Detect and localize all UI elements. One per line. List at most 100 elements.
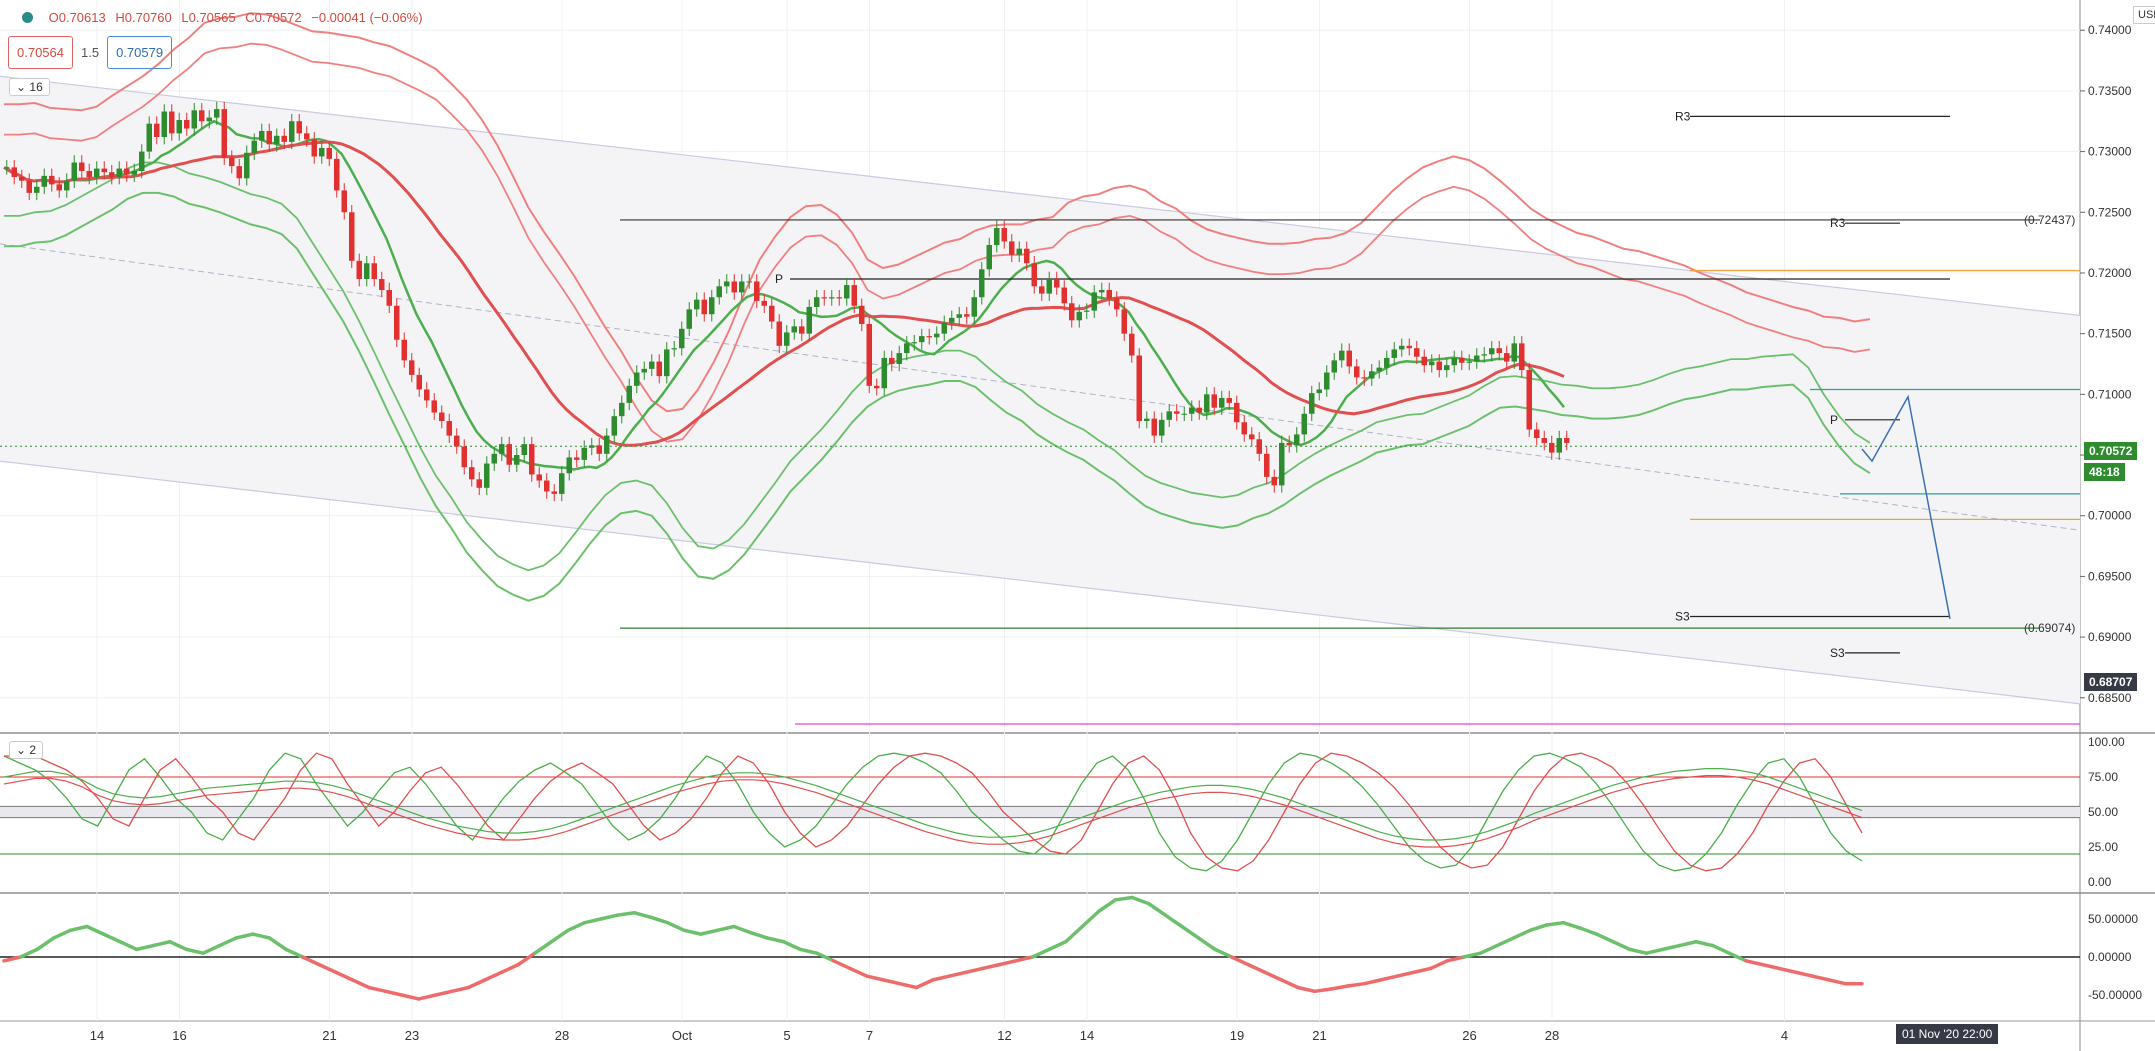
candle-body	[221, 109, 227, 158]
momentum-segment	[1312, 987, 1333, 994]
candle-body	[236, 166, 242, 179]
candle-body	[994, 228, 1000, 246]
time-tick-label: 4	[1781, 1028, 1788, 1043]
candle-body	[139, 151, 145, 172]
candle-body	[574, 457, 580, 460]
candle-body	[551, 491, 557, 494]
candle-body	[49, 175, 55, 185]
price-tick-label: 0.70000	[2088, 509, 2132, 523]
momentum-segment	[85, 924, 106, 936]
candle-body	[1481, 354, 1487, 356]
candle-body	[1054, 279, 1060, 288]
time-tick-label: 28	[555, 1028, 569, 1043]
candle-body	[656, 361, 662, 377]
momentum-segment	[118, 940, 139, 952]
momentum-segment	[416, 993, 438, 1001]
momentum-segment	[1146, 901, 1167, 917]
momentum-segment	[566, 920, 587, 933]
momentum-segment	[632, 911, 653, 920]
candle-body	[476, 479, 482, 488]
candle-body	[1331, 360, 1337, 373]
momentum-segment	[1694, 940, 1715, 948]
candle-body	[821, 297, 827, 299]
candle-body	[206, 117, 212, 122]
candle-body	[409, 360, 415, 375]
candle-body	[1556, 438, 1562, 453]
candle-body	[26, 180, 32, 193]
candle-body	[1234, 402, 1240, 423]
chart-canvas[interactable]: 14 16 21 23 28 Oct 5 7 12 14 19 21 26 28 4 0.74000 0.735…	[0, 0, 2155, 1051]
candle-body	[641, 368, 647, 373]
momentum-segment	[483, 970, 504, 982]
momentum-segment	[1296, 985, 1317, 994]
momentum-segment	[1810, 974, 1831, 982]
candle-body	[859, 305, 865, 324]
candle-body	[1099, 289, 1105, 293]
momentum-segment	[765, 936, 786, 944]
candle-body	[131, 171, 137, 175]
momentum-segment	[1130, 895, 1151, 906]
osc-tick-label: 0.00	[2088, 875, 2112, 889]
candle-body	[559, 473, 565, 494]
candle-body	[4, 167, 10, 169]
momentum-segment	[1793, 970, 1814, 978]
candle-body	[334, 158, 340, 191]
candle-body	[836, 297, 842, 299]
momentum-segment	[947, 970, 968, 978]
momentum-segment	[1594, 932, 1615, 944]
candle-body	[1519, 343, 1525, 371]
candle-body	[1361, 377, 1367, 379]
price-tick-label: 0.73000	[2088, 145, 2132, 159]
candle-body	[109, 172, 115, 178]
candle-body	[19, 177, 25, 181]
candle-body	[1451, 357, 1457, 366]
candle-body	[851, 285, 857, 306]
indicators-toggle-osc[interactable]: ⌄ 2	[9, 741, 44, 759]
candle-body	[11, 167, 17, 178]
candle-body	[1174, 411, 1180, 414]
price-tick-label: 0.69500	[2088, 569, 2132, 583]
candle-body	[716, 286, 722, 298]
candle-body	[169, 111, 175, 134]
indicators-toggle-main[interactable]: ⌄ 16	[9, 78, 50, 96]
momentum-segment	[798, 947, 819, 955]
momentum-segment	[1478, 943, 1499, 955]
candle-body	[1159, 419, 1165, 436]
candle-body	[686, 309, 692, 329]
osc-tick-label: 75.00	[2088, 770, 2118, 784]
momentum-segment	[217, 936, 238, 948]
candle-body	[1496, 348, 1502, 354]
candle-body	[184, 120, 190, 129]
candle-body	[1001, 228, 1007, 242]
momentum-segment	[1495, 936, 1516, 948]
currency-button[interactable]: USD	[2133, 6, 2155, 24]
candle-body	[311, 139, 317, 157]
candle-body	[544, 480, 550, 492]
time-tick-label: 19	[1230, 1028, 1244, 1043]
candle-body	[979, 269, 985, 298]
candle-body	[86, 171, 92, 178]
momentum-tick-label: -50.00000	[2088, 988, 2142, 1002]
candle-body	[521, 444, 527, 456]
candle-body	[949, 317, 955, 323]
momentum-segment	[914, 978, 935, 990]
sell-button[interactable]: 0.70564	[8, 36, 73, 69]
time-tick-label: 5	[783, 1028, 790, 1043]
candle-body	[64, 180, 70, 191]
momentum-segment	[649, 915, 670, 925]
candle-body	[394, 305, 400, 340]
candle-body	[34, 186, 40, 193]
price-tick-label: 0.73500	[2088, 84, 2132, 98]
candle-body	[724, 281, 730, 287]
candle-body	[626, 385, 632, 403]
momentum-segment	[1827, 978, 1848, 986]
momentum-segment	[168, 940, 189, 952]
time-tick-label: 16	[172, 1028, 186, 1043]
momentum-segment	[1561, 920, 1582, 930]
buy-button[interactable]: 0.70579	[107, 36, 173, 69]
osc-tick-label: 50.00	[2088, 805, 2118, 819]
price-tick-label: 0.72000	[2088, 266, 2132, 280]
candle-body	[1031, 263, 1037, 287]
chevron-down-icon: ⌄	[16, 743, 27, 757]
price-tick-label: 0.69000	[2088, 630, 2132, 644]
